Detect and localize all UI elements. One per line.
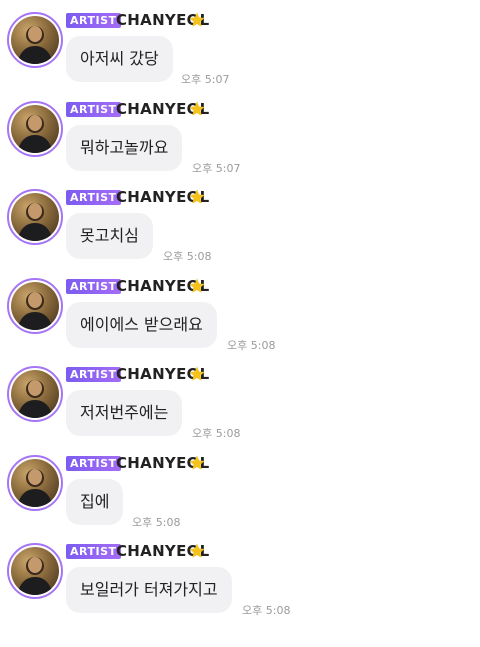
message-bubble: 저저번주에는 (66, 390, 183, 436)
avatar[interactable] (7, 366, 63, 422)
chat-message: ARTIST CHANYEOL 보일러가 터져가지고 오후 5:08 (0, 543, 480, 631)
artist-badge: ARTIST (66, 367, 121, 382)
message-time: 오후 5:08 (163, 250, 212, 263)
message-bubble: 뭐하고놀까요 (66, 125, 183, 171)
message-bubble: 집에 (66, 479, 124, 525)
artist-badge: ARTIST (66, 279, 121, 294)
chat-feed: ARTIST CHANYEOL 아저씨 갔당 오후 5:07 ARTIST CH… (0, 0, 480, 647)
avatar[interactable] (7, 455, 63, 511)
message-time: 오후 5:08 (192, 427, 241, 440)
avatar-photo (11, 459, 59, 507)
message-time: 오후 5:08 (227, 339, 276, 352)
chat-message: ARTIST CHANYEOL 저저번주에는 오후 5:08 (0, 366, 480, 454)
message-bubble: 보일러가 터져가지고 (66, 567, 232, 613)
message-bubble: 에이에스 받으래요 (66, 302, 217, 348)
artist-badge: ARTIST (66, 102, 121, 117)
avatar[interactable] (7, 543, 63, 599)
avatar[interactable] (7, 101, 63, 157)
star-icon (189, 12, 205, 27)
artist-badge: ARTIST (66, 13, 121, 28)
message-bubble: 못고치심 (66, 213, 153, 259)
avatar[interactable] (7, 189, 63, 245)
chat-message: ARTIST CHANYEOL 에이에스 받으래요 오후 5:08 (0, 278, 480, 366)
artist-badge: ARTIST (66, 190, 121, 205)
star-icon (189, 543, 205, 558)
message-time: 오후 5:08 (132, 516, 181, 529)
star-icon (189, 189, 205, 204)
avatar-photo (11, 105, 59, 153)
message-time: 오후 5:08 (242, 604, 291, 617)
avatar-photo (11, 282, 59, 330)
artist-badge: ARTIST (66, 544, 121, 559)
star-icon (189, 101, 205, 116)
message-time: 오후 5:07 (192, 162, 241, 175)
artist-badge: ARTIST (66, 456, 121, 471)
avatar-photo (11, 16, 59, 64)
chat-message: ARTIST CHANYEOL 뭐하고놀까요 오후 5:07 (0, 101, 480, 189)
chat-message: ARTIST CHANYEOL 못고치심 오후 5:08 (0, 189, 480, 277)
avatar-photo (11, 193, 59, 241)
avatar-photo (11, 547, 59, 595)
star-icon (189, 455, 205, 470)
message-bubble: 아저씨 갔당 (66, 36, 173, 82)
message-time: 오후 5:07 (181, 73, 230, 86)
avatar-photo (11, 370, 59, 418)
star-icon (189, 366, 205, 381)
star-icon (189, 278, 205, 293)
avatar[interactable] (7, 12, 63, 68)
avatar[interactable] (7, 278, 63, 334)
chat-message: ARTIST CHANYEOL 집에 오후 5:08 (0, 455, 480, 543)
chat-message: ARTIST CHANYEOL 아저씨 갔당 오후 5:07 (0, 12, 480, 100)
